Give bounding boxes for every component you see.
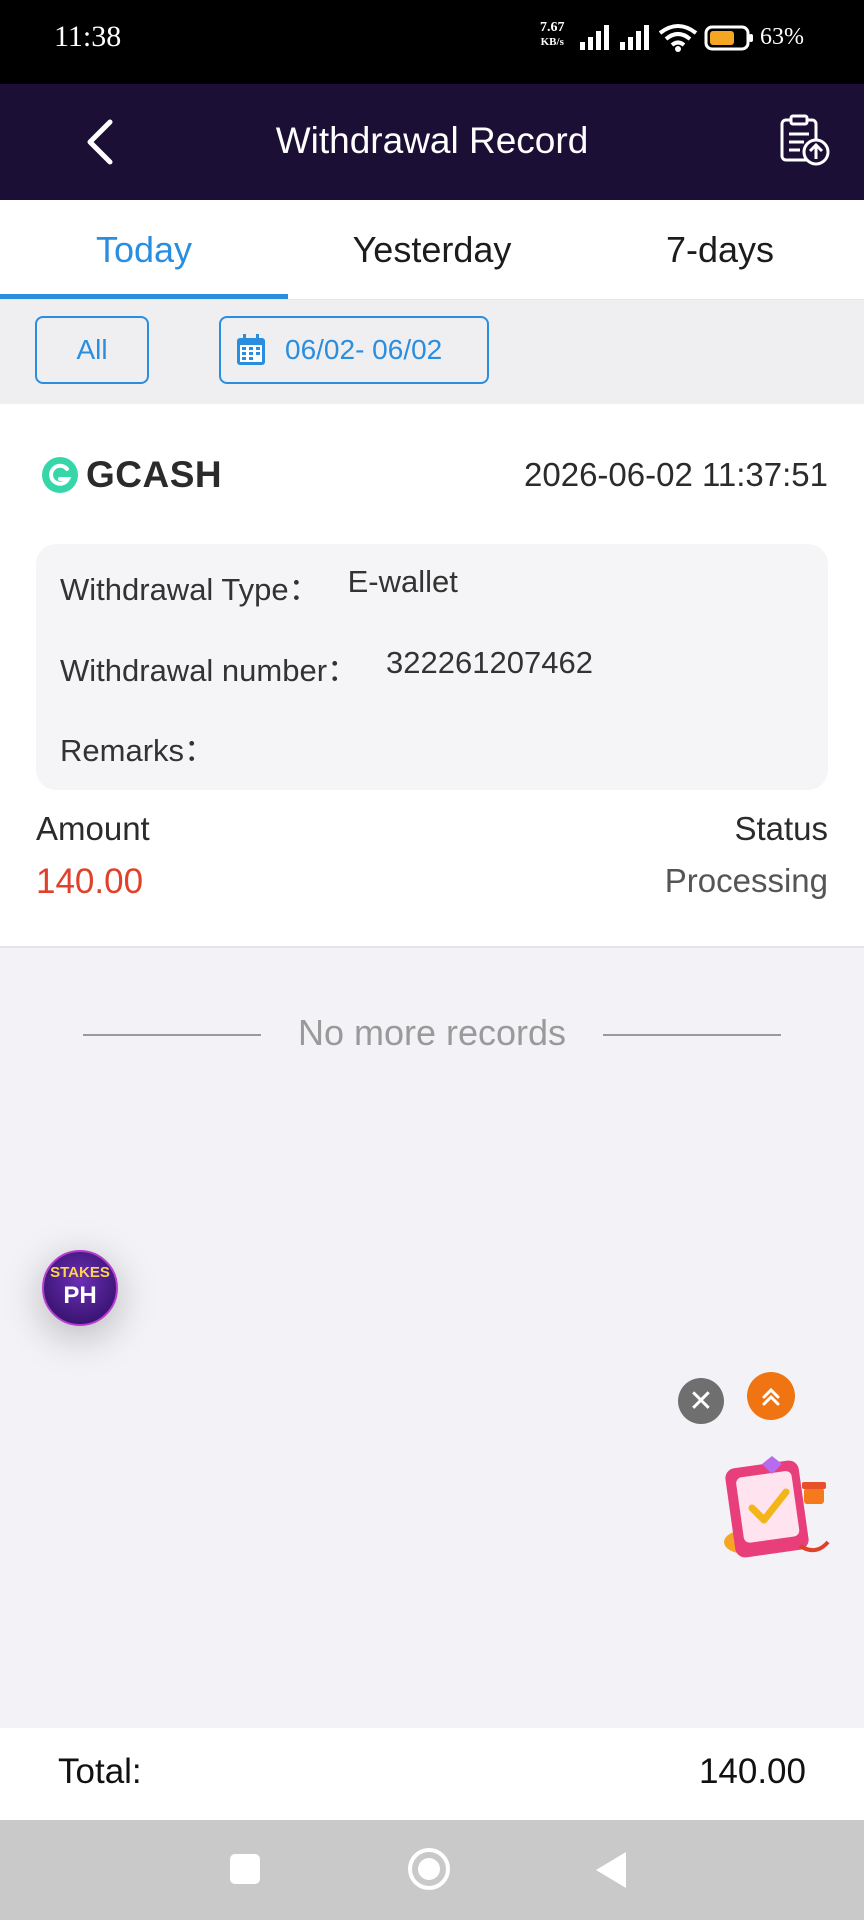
gift-task-icon[interactable] bbox=[716, 1452, 834, 1564]
status-label: Status bbox=[734, 810, 828, 847]
date-tabs: Today Yesterday 7-days bbox=[0, 200, 864, 300]
stakes-logo-line1: STAKES bbox=[50, 1264, 110, 1281]
recent-apps-icon[interactable] bbox=[230, 1854, 260, 1884]
withdrawal-number-value: 322261207462 bbox=[386, 645, 593, 680]
withdrawal-type-label: Withdrawal Type： bbox=[60, 572, 320, 607]
withdrawal-number-label: Withdrawal number： bbox=[60, 653, 359, 688]
close-icon[interactable]: ✕ bbox=[678, 1378, 724, 1424]
double-chevron-up-glyph bbox=[762, 1387, 780, 1406]
filter-all-button[interactable]: All bbox=[35, 316, 149, 384]
remarks-row: Remarks： bbox=[60, 725, 243, 770]
signal-icon bbox=[580, 25, 609, 50]
date-range-button[interactable]: 06/02- 06/02 bbox=[219, 316, 489, 384]
withdrawal-type-row: Withdrawal Type： E-wallet bbox=[60, 564, 458, 609]
total-bar: Total: 140.00 bbox=[0, 1728, 864, 1820]
battery-icon bbox=[704, 25, 753, 51]
stakes-ph-float-button[interactable]: STAKES PH bbox=[42, 1250, 118, 1326]
status-bar: 11:38 7.67 KB/s 63% bbox=[0, 0, 864, 84]
status-time: 11:38 bbox=[54, 20, 122, 53]
network-speed: 7.67 KB/s bbox=[540, 20, 565, 50]
status-value: Processing bbox=[664, 862, 828, 899]
status-icons bbox=[578, 22, 754, 54]
system-nav-bar bbox=[0, 1820, 864, 1920]
payment-method-name: GCASH bbox=[86, 454, 223, 495]
record-details: Withdrawal Type： E-wallet Withdrawal num… bbox=[36, 544, 828, 790]
amount-value: 140.00 bbox=[36, 862, 144, 901]
tab-yesterday[interactable]: Yesterday bbox=[288, 200, 576, 300]
total-value: 140.00 bbox=[698, 1752, 806, 1791]
network-speed-unit: KB/s bbox=[540, 36, 564, 48]
double-chevron-up-icon[interactable] bbox=[747, 1372, 795, 1420]
payment-method: GCASH bbox=[40, 454, 222, 496]
date-range-label: 06/02- 06/02 bbox=[285, 334, 443, 365]
total-label: Total: bbox=[58, 1752, 142, 1791]
home-icon[interactable] bbox=[408, 1848, 450, 1890]
filter-bar: All 06/02- 06/02 bbox=[0, 300, 864, 404]
wifi-icon bbox=[658, 24, 698, 52]
withdrawal-record-card[interactable]: GCASH 2026-06-02 11:37:51 Withdrawal Typ… bbox=[0, 404, 864, 948]
record-datetime: 2026-06-02 11:37:51 bbox=[524, 456, 828, 493]
stakes-logo-line2: PH bbox=[63, 1282, 97, 1309]
clipboard-upload-icon[interactable] bbox=[776, 112, 832, 168]
amount-label: Amount bbox=[36, 810, 150, 847]
tab-today[interactable]: Today bbox=[0, 200, 288, 300]
calendar-icon bbox=[237, 334, 265, 365]
no-more-records-text: No more records bbox=[297, 1012, 567, 1053]
remarks-label: Remarks： bbox=[60, 733, 216, 768]
withdrawal-type-value: E-wallet bbox=[347, 564, 458, 599]
page-title: Withdrawal Record bbox=[275, 120, 589, 161]
network-speed-value: 7.67 bbox=[540, 20, 565, 35]
active-tab-indicator bbox=[0, 294, 288, 299]
divider-right bbox=[603, 1034, 781, 1036]
signal-icon bbox=[620, 25, 649, 50]
app-header: Withdrawal Record bbox=[0, 84, 864, 200]
list-end-indicator: No more records bbox=[0, 1010, 864, 1060]
withdrawal-number-row: Withdrawal number： 322261207462 bbox=[60, 645, 593, 690]
tab-7-days[interactable]: 7-days bbox=[576, 200, 864, 300]
gcash-logo-icon bbox=[42, 457, 78, 493]
back-triangle-icon[interactable] bbox=[596, 1852, 626, 1888]
battery-percent: 63% bbox=[760, 24, 804, 50]
